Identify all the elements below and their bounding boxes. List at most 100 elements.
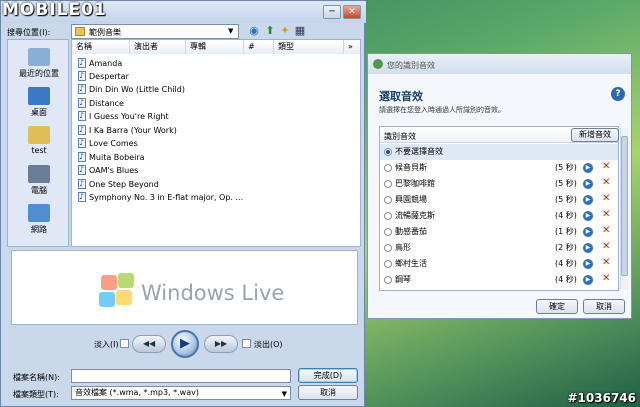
recent-places-icon [28, 48, 50, 66]
play-icon[interactable]: ▶ [583, 243, 593, 253]
place-network[interactable]: 網路 [8, 204, 70, 235]
next-button[interactable]: ▶▶ [204, 335, 238, 353]
sound-radio[interactable] [384, 228, 392, 236]
column-album[interactable]: 專輯 [186, 40, 244, 54]
file-name: Despertar [89, 72, 129, 81]
minimize-button[interactable]: ─ [323, 5, 341, 19]
fade-in-label: 淡入(I) [94, 340, 119, 349]
open-cancel-button[interactable]: 取消 [298, 385, 358, 400]
delete-icon[interactable]: ✕ [602, 257, 610, 268]
done-button[interactable]: 完成(D) [298, 368, 358, 383]
file-item[interactable]: Despertar [78, 69, 129, 83]
column-number[interactable]: # [244, 40, 274, 54]
play-icon[interactable]: ▶ [583, 259, 593, 269]
file-item[interactable]: Muita Bobeira [78, 150, 145, 164]
sound-radio[interactable] [384, 244, 392, 252]
delete-icon[interactable]: ✕ [602, 273, 610, 284]
add-sound-button[interactable]: 新增音效 [571, 128, 619, 142]
look-in-combo[interactable]: 範例音樂 ▼ [71, 24, 239, 39]
filename-input[interactable] [71, 369, 291, 383]
scrollbar-thumb[interactable] [621, 136, 628, 276]
file-name: I Ka Barra (Your Work) [89, 126, 177, 135]
file-item[interactable]: One Step Beyond [78, 177, 159, 191]
column-artist[interactable]: 演出者 [130, 40, 186, 54]
file-item[interactable]: I Guess You're Right [78, 109, 169, 123]
delete-icon[interactable]: ✕ [602, 177, 610, 188]
delete-icon[interactable]: ✕ [602, 193, 610, 204]
windows-flag-icon [97, 273, 137, 309]
play-icon[interactable]: ▶ [583, 179, 593, 189]
sound-radio[interactable] [384, 180, 392, 188]
play-icon[interactable]: ▶ [583, 275, 593, 285]
help-icon[interactable]: ? [611, 87, 625, 101]
sound-radio[interactable] [384, 164, 392, 172]
place-desktop[interactable]: 桌面 [8, 87, 70, 118]
delete-icon[interactable]: ✕ [602, 209, 610, 220]
sound-radio[interactable] [384, 148, 392, 156]
mobile01-logo: MOBILE01 [2, 0, 107, 20]
file-name: OAM's Blues [89, 166, 139, 175]
sound-cancel-button[interactable]: 取消 [583, 299, 625, 314]
sound-item[interactable]: 鳥形 (2 秒) ▶ ✕ [380, 240, 618, 256]
sound-radio[interactable] [384, 260, 392, 268]
sound-radio[interactable] [384, 196, 392, 204]
sound-duration: (4 秒) [555, 259, 577, 268]
filetype-value: 音效檔案 (*.wma, *.mp3, *.wav) [75, 388, 199, 397]
file-item[interactable]: Symphony No. 3 in E-flat major, Op. ... [78, 190, 243, 204]
ok-button[interactable]: 確定 [536, 299, 578, 314]
new-folder-icon[interactable]: ✦ [278, 24, 292, 38]
place-computer[interactable]: 電腦 [8, 165, 70, 196]
audio-file-icon [78, 136, 86, 149]
up-folder-icon[interactable]: ⬆ [263, 24, 277, 38]
delete-icon[interactable]: ✕ [602, 225, 610, 236]
sound-item[interactable]: 鋼琴 (4 秒) ▶ ✕ [380, 272, 618, 288]
sound-duration: (5 秒) [555, 179, 577, 188]
sound-item[interactable]: 候音貝斯 (5 秒) ▶ ✕ [380, 160, 618, 176]
file-item[interactable]: Love Comes [78, 136, 138, 150]
sound-item[interactable]: 興園競場 (5 秒) ▶ ✕ [380, 192, 618, 208]
sound-item[interactable]: 不要選擇音效 [380, 144, 618, 160]
sound-item[interactable]: 流暢薩克斯 (4 秒) ▶ ✕ [380, 208, 618, 224]
play-icon[interactable]: ▶ [583, 163, 593, 173]
file-list: 名稱 演出者 專輯 # 類型 » Amanda Despertar Din Di… [71, 39, 361, 247]
folder-icon [75, 27, 85, 36]
file-item[interactable]: Distance [78, 96, 124, 110]
filetype-select[interactable]: 音效檔案 (*.wma, *.mp3, *.wav) ▼ [71, 386, 291, 400]
delete-icon[interactable]: ✕ [602, 241, 610, 252]
column-more[interactable]: » [344, 40, 360, 54]
column-name[interactable]: 名稱 [72, 40, 130, 54]
previous-button[interactable]: ◀◀ [132, 335, 166, 353]
file-item[interactable]: Amanda [78, 56, 122, 70]
delete-icon[interactable]: ✕ [602, 161, 610, 172]
image-id-stamp: #1036746 [567, 391, 636, 405]
close-button[interactable]: ✕ [343, 5, 361, 19]
sound-radio[interactable] [384, 212, 392, 220]
sound-radio[interactable] [384, 276, 392, 284]
sound-list-scrollbar[interactable] [620, 128, 628, 289]
place-recent[interactable]: 最近的位置 [8, 48, 70, 79]
sound-item[interactable]: 動感番茄 (1 秒) ▶ ✕ [380, 224, 618, 240]
view-menu-icon[interactable]: ▦ [293, 24, 307, 38]
filename-label: 檔案名稱(N): [13, 373, 60, 382]
fade-out-checkbox[interactable] [242, 339, 251, 348]
sound-name: 巴黎咖啡館 [395, 179, 435, 188]
place-test[interactable]: test [8, 126, 70, 155]
audio-file-icon [78, 190, 86, 203]
file-item[interactable]: Din Din Wo (Little Child) [78, 82, 185, 96]
computer-icon [28, 165, 50, 183]
file-name: Distance [89, 99, 124, 108]
back-icon[interactable]: ◉ [247, 24, 261, 38]
sound-item[interactable]: 巴黎咖啡館 (5 秒) ▶ ✕ [380, 176, 618, 192]
audio-file-icon [78, 82, 86, 95]
sound-item[interactable]: 鄉村生活 (4 秒) ▶ ✕ [380, 256, 618, 272]
fade-in-checkbox[interactable] [120, 339, 129, 348]
play-icon[interactable]: ▶ [583, 227, 593, 237]
audio-file-icon [78, 109, 86, 122]
file-item[interactable]: I Ka Barra (Your Work) [78, 123, 177, 137]
sound-list: 識別音效 新增音效 不要選擇音效 候音貝斯 (5 秒) ▶ ✕ 巴黎咖啡館 (5… [379, 126, 619, 291]
play-button[interactable]: ▶ [171, 330, 199, 358]
column-type[interactable]: 類型 [274, 40, 344, 54]
play-icon[interactable]: ▶ [583, 195, 593, 205]
play-icon[interactable]: ▶ [583, 211, 593, 221]
file-item[interactable]: OAM's Blues [78, 163, 139, 177]
